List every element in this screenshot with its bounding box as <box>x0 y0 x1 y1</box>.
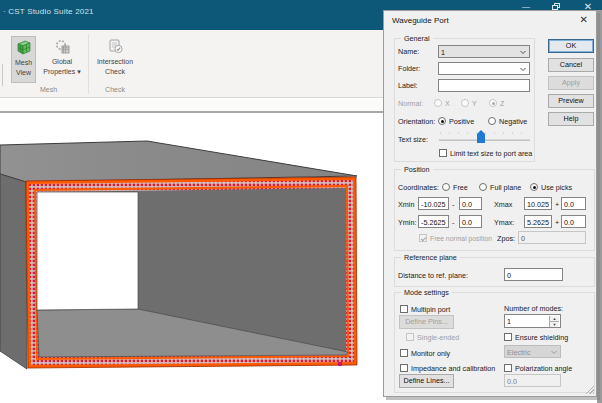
normal-z-radio[interactable] <box>489 99 497 107</box>
xmax-label: Xmax <box>494 200 512 209</box>
ymax-label: Ymax: <box>494 218 514 227</box>
free-normal-position-label: Free normal position <box>430 234 492 243</box>
single-ended-label: Single-ended <box>417 333 459 342</box>
ymax-offset-input[interactable]: 0.0 <box>561 215 586 228</box>
preview-button[interactable]: Preview <box>548 94 594 108</box>
intersection-check-label: Intersection <box>97 58 133 65</box>
position-group-label: Position <box>401 165 433 174</box>
resize-grip[interactable] <box>585 385 594 394</box>
limit-text-size-label: Limit text size to port area <box>450 149 532 158</box>
folder-combobox[interactable] <box>438 62 530 75</box>
intersection-check-button[interactable]: Intersection Check <box>92 36 138 83</box>
waveguide-top-face <box>0 141 357 182</box>
impedance-label: Impedance and calibration <box>411 364 495 373</box>
monitor-only-label: Monitor only <box>411 349 450 358</box>
label-input[interactable] <box>438 79 530 92</box>
ensure-shielding-label: Ensure shielding <box>515 333 568 342</box>
number-of-modes-label: Number of modes: <box>504 304 563 313</box>
reference-plane-group-label: Reference plane <box>401 253 460 262</box>
free-normal-position-checkbox[interactable] <box>419 234 427 242</box>
polarization-angle-checkbox[interactable] <box>504 364 512 372</box>
impedance-checkbox[interactable] <box>400 364 408 372</box>
distance-input[interactable]: 0 <box>504 268 563 281</box>
coordinates-free-radio[interactable] <box>442 183 450 191</box>
text-size-label: Text size: <box>398 135 428 144</box>
waveguide-opening <box>37 192 138 310</box>
xmin-label: Xmin <box>398 200 414 209</box>
waveguide-left-wall <box>0 174 27 369</box>
sheet-check-icon <box>107 38 124 55</box>
chevron-down-icon <box>519 48 527 56</box>
ribbon-group-mesh: Mesh <box>12 86 85 93</box>
waveguide-port-dialog: Waveguide Port ✕ General Name: 1 Folder:… <box>383 10 597 397</box>
normal-label: Normal: <box>398 99 423 108</box>
xmax-input[interactable]: 10.025 <box>524 197 552 210</box>
ok-button[interactable]: OK <box>548 39 594 53</box>
gears-icon <box>54 38 71 55</box>
distance-label: Distance to ref. plane: <box>398 271 468 280</box>
cancel-button[interactable]: Cancel <box>548 58 594 72</box>
name-combobox[interactable]: 1 <box>438 45 530 58</box>
help-button[interactable]: Help <box>548 112 594 126</box>
ymin-offset-input[interactable]: 0.0 <box>459 215 482 228</box>
ensure-shielding-checkbox[interactable] <box>504 333 512 341</box>
panel-edge <box>2 64 3 86</box>
orientation-label: Orientation: <box>398 117 435 126</box>
slider-ticks <box>440 132 530 134</box>
ymax-input[interactable]: 5.2625 <box>524 215 552 228</box>
chevron-down-icon <box>550 348 558 356</box>
multipin-port-checkbox[interactable] <box>400 305 408 313</box>
electric-dropdown[interactable]: Electric <box>504 345 561 358</box>
polarization-angle-input[interactable]: 0.0 <box>504 374 561 387</box>
xmin-input[interactable]: -10.025 <box>418 197 449 210</box>
mesh-grid-icon <box>15 39 32 56</box>
chevron-down-icon <box>519 65 527 73</box>
limit-text-size-checkbox[interactable] <box>439 149 447 157</box>
zpos-label: Zpos: <box>497 234 515 243</box>
single-ended-checkbox[interactable] <box>406 333 414 341</box>
name-label: Name: <box>398 47 419 56</box>
label-label: Label: <box>398 81 418 90</box>
normal-y-radio[interactable] <box>461 99 469 107</box>
xmax-offset-input[interactable]: 0.0 <box>561 197 586 210</box>
folder-label: Folder: <box>398 64 420 73</box>
ymin-input[interactable]: -5.2625 <box>418 215 449 228</box>
pick-point <box>338 362 342 366</box>
window-right-edge <box>597 10 602 403</box>
xmin-offset-input[interactable]: 0.0 <box>459 197 482 210</box>
orientation-positive-radio[interactable] <box>438 117 446 125</box>
spinner[interactable]: ▲▼ <box>549 316 559 327</box>
general-group-label: General <box>401 34 433 43</box>
define-lines-button[interactable]: Define Lines... <box>399 374 454 388</box>
normal-x-radio[interactable] <box>434 99 442 107</box>
number-of-modes-input[interactable]: 1 ▲▼ <box>504 314 561 328</box>
mesh-view-button[interactable]: Mesh View <box>11 36 36 83</box>
polarization-angle-label: Polarization angle <box>515 364 572 373</box>
monitor-only-checkbox[interactable] <box>400 349 408 357</box>
mode-settings-group-label: Mode settings <box>401 288 452 297</box>
orientation-negative-radio[interactable] <box>488 117 496 125</box>
spin-down-icon: ▼ <box>550 321 559 327</box>
coordinates-usepicks-radio[interactable] <box>530 183 538 191</box>
dialog-close-icon[interactable]: ✕ <box>580 14 588 25</box>
ymin-label: Ymin: <box>398 218 416 227</box>
ribbon-group-separator <box>88 34 89 94</box>
define-pins-button[interactable]: Define Pins... <box>399 315 454 329</box>
dialog-title: Waveguide Port <box>392 16 449 25</box>
apply-button[interactable]: Apply <box>548 76 594 90</box>
zpos-input[interactable]: 0 <box>518 231 586 244</box>
coordinates-fullplane-radio[interactable] <box>479 183 487 191</box>
ribbon-group-check: Check <box>92 86 138 93</box>
multipin-port-label: Multipin port <box>411 305 450 314</box>
coordinates-label: Coordinates: <box>398 183 439 192</box>
mesh-view-label: Mesh <box>15 59 32 66</box>
global-properties-button[interactable]: Global Properties ▾ <box>39 36 85 83</box>
global-properties-label: Global <box>52 58 72 65</box>
window-title: · CST Studio Suite 2021 <box>3 7 94 16</box>
